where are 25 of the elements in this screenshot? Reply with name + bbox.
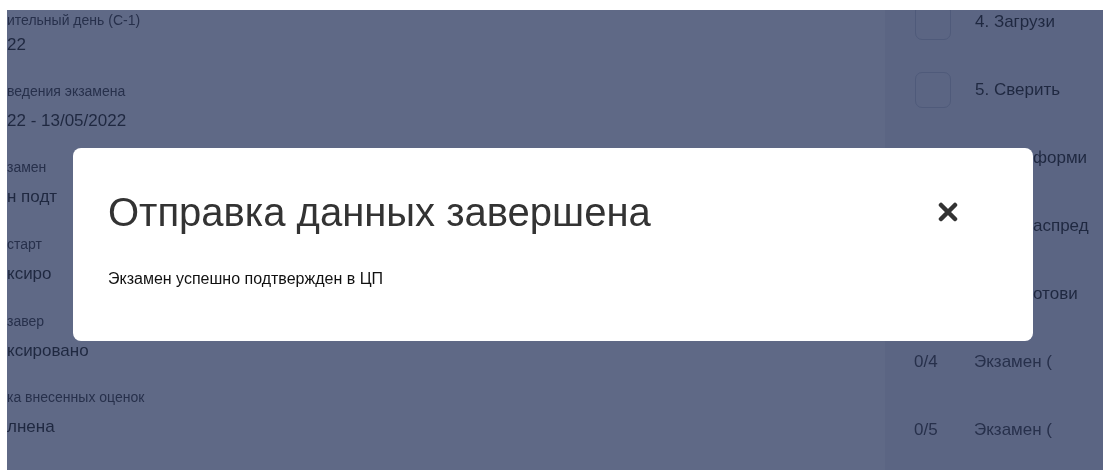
field-value: 22 - 13/05/2022: [7, 109, 127, 132]
modal-message: Экзамен успешно подтвержден в ЦП: [108, 270, 383, 288]
progress-count: 0/5: [914, 420, 939, 440]
checklist-text: 4. Загрузи: [975, 12, 1055, 32]
field-label: замен: [7, 159, 47, 176]
field-value: ксиро: [7, 263, 52, 285]
field-value: ксировано: [7, 339, 89, 362]
field-value: лнена: [7, 416, 55, 439]
modal-title: Отправка данных завершена: [108, 189, 651, 236]
checklist-text: 5. Сверить: [975, 80, 1061, 100]
field-label: завер: [7, 312, 45, 329]
field-label: ведения экзамена: [7, 82, 126, 99]
checklist-text: отови: [1033, 284, 1078, 304]
field-value: н подт: [7, 186, 58, 209]
field-value: 22: [7, 34, 26, 56]
field-label: ка внесенных оценок: [7, 389, 145, 406]
field-label: ительный день (С-1): [7, 12, 141, 28]
checklist-text: форми: [1033, 148, 1088, 168]
field-label: старт: [7, 236, 42, 252]
checklist-text: аспред: [1033, 216, 1089, 236]
exam-item-text: Экзамен (: [974, 420, 1052, 440]
checkbox[interactable]: [915, 10, 951, 40]
close-icon[interactable]: [938, 202, 958, 222]
exam-item-text: Экзамен (: [974, 352, 1052, 372]
progress-count: 0/4: [914, 352, 939, 372]
